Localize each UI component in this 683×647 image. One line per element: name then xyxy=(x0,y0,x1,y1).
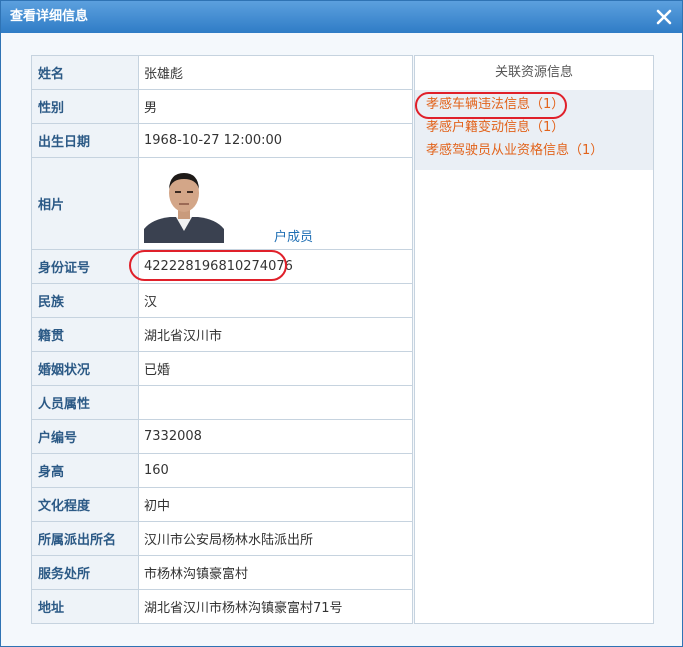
related-link-vehicle-violations[interactable]: 孝感车辆违法信息（1） xyxy=(415,93,653,116)
dialog-body: 姓名 张雄彪 性别 男 出生日期 1968-10-27 12:00:00 相片 xyxy=(1,33,682,646)
field-label: 身份证号 xyxy=(31,249,139,284)
person-info-table: 姓名 张雄彪 性别 男 出生日期 1968-10-27 12:00:00 相片 xyxy=(31,55,413,624)
field-value-height: 160 xyxy=(138,453,413,488)
field-label: 性别 xyxy=(31,89,139,124)
field-value-police-station: 汉川市公安局杨林水陆派出所 xyxy=(138,521,413,556)
field-value-person-attribute xyxy=(138,385,413,420)
field-label: 户编号 xyxy=(31,419,139,454)
field-label: 人员属性 xyxy=(31,385,139,420)
field-value-gender: 男 xyxy=(138,89,413,124)
field-label: 地址 xyxy=(31,589,139,624)
field-value-birthdate: 1968-10-27 12:00:00 xyxy=(138,123,413,158)
dialog-titlebar: 查看详细信息 xyxy=(1,1,682,33)
table-row: 婚姻状况 已婚 xyxy=(31,351,413,386)
table-row: 民族 汉 xyxy=(31,283,413,318)
field-label: 身高 xyxy=(31,453,139,488)
field-value-photo: 户成员 xyxy=(138,157,413,250)
table-row: 相片 户成员 xyxy=(31,157,413,250)
table-row: 籍贯 湖北省汉川市 xyxy=(31,317,413,352)
related-resources-list: 孝感车辆违法信息（1） 孝感户籍变动信息（1） 孝感驾驶员从业资格信息（1） xyxy=(415,90,653,170)
table-row: 姓名 张雄彪 xyxy=(31,55,413,90)
table-row: 文化程度 初中 xyxy=(31,487,413,522)
id-number-link[interactable]: 422228196810274076 xyxy=(138,249,413,284)
field-value-name: 张雄彪 xyxy=(138,55,413,90)
field-value-ethnicity: 汉 xyxy=(138,283,413,318)
field-value-household-number: 7332008 xyxy=(138,419,413,454)
table-row: 所属派出所名 汉川市公安局杨林水陆派出所 xyxy=(31,521,413,556)
field-value-address: 湖北省汉川市杨林沟镇豪富村71号 xyxy=(138,589,413,624)
field-label: 婚姻状况 xyxy=(31,351,139,386)
dialog-title: 查看详细信息 xyxy=(10,9,89,24)
field-label: 文化程度 xyxy=(31,487,139,522)
field-label: 出生日期 xyxy=(31,123,139,158)
table-row: 地址 湖北省汉川市杨林沟镇豪富村71号 xyxy=(31,589,413,624)
related-link-driver-qualification[interactable]: 孝感驾驶员从业资格信息（1） xyxy=(415,139,653,162)
related-resources-title: 关联资源信息 xyxy=(494,65,573,80)
table-row: 服务处所 市杨林沟镇豪富村 xyxy=(31,555,413,590)
field-label: 民族 xyxy=(31,283,139,318)
field-label: 所属派出所名 xyxy=(31,521,139,556)
field-label: 相片 xyxy=(31,157,139,250)
table-row: 户编号 7332008 xyxy=(31,419,413,454)
detail-dialog: 查看详细信息 姓名 张雄彪 性别 男 出生日期 1968-10-27 12:00… xyxy=(0,0,683,647)
household-member-link[interactable]: 户成员 xyxy=(274,226,313,245)
related-resources-panel: 关联资源信息 孝感车辆违法信息（1） 孝感户籍变动信息（1） 孝感驾驶员从业资格… xyxy=(414,55,654,624)
close-icon[interactable] xyxy=(654,7,674,27)
field-label: 籍贯 xyxy=(31,317,139,352)
field-value-service-place: 市杨林沟镇豪富村 xyxy=(138,555,413,590)
field-label: 姓名 xyxy=(31,55,139,90)
related-link-household-changes[interactable]: 孝感户籍变动信息（1） xyxy=(415,116,653,139)
table-row: 性别 男 xyxy=(31,89,413,124)
table-row: 人员属性 xyxy=(31,385,413,420)
field-value-native-place: 湖北省汉川市 xyxy=(138,317,413,352)
field-label: 服务处所 xyxy=(31,555,139,590)
person-photo xyxy=(144,167,224,243)
table-row: 出生日期 1968-10-27 12:00:00 xyxy=(31,123,413,158)
table-row: 身高 160 xyxy=(31,453,413,488)
table-row: 身份证号 422228196810274076 xyxy=(31,249,413,284)
field-value-education: 初中 xyxy=(138,487,413,522)
field-value-marital-status: 已婚 xyxy=(138,351,413,386)
